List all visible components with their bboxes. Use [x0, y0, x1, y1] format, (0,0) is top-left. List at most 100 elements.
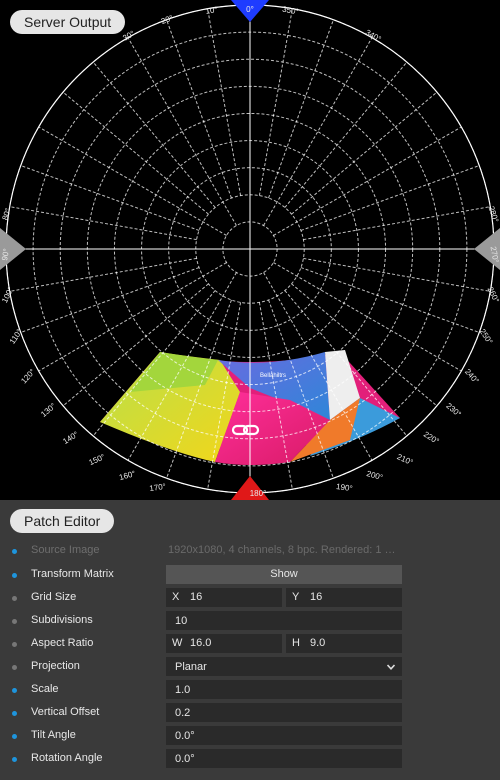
tilt-angle-value: 0.0° [175, 730, 195, 742]
row-source-image: Source Image 1920x1080, 4 channels, 8 bp… [0, 540, 500, 563]
grid-line [303, 206, 491, 241]
status-dot [12, 688, 17, 693]
tick-label: 80° [0, 207, 12, 221]
grid-size-label: Grid Size [31, 591, 77, 603]
status-dot [12, 596, 17, 601]
tick-label: 230° [444, 401, 462, 419]
y-label: Y [292, 591, 300, 603]
h-value: 9.0 [310, 637, 326, 649]
tick-label: 210° [396, 452, 415, 467]
chevron-down-icon [387, 664, 395, 670]
projection-value: Planar [175, 661, 207, 673]
grid-line [9, 206, 197, 241]
vertical-offset-field[interactable]: 0.2 [166, 703, 402, 722]
tilt-angle-field[interactable]: 0.0° [166, 726, 402, 745]
grid-line [62, 91, 209, 215]
status-dot [12, 642, 17, 647]
grid-line [291, 91, 438, 215]
grid-line [284, 61, 408, 208]
scale-field[interactable]: 1.0 [166, 680, 402, 699]
status-dot [12, 549, 17, 554]
tick-label-bottom: 180° [250, 489, 267, 498]
grid-line [263, 37, 373, 226]
row-transform-matrix: Transform Matrix Show [0, 564, 500, 587]
grid-line [300, 165, 480, 231]
row-vertical-offset: Vertical Offset 0.2 [0, 702, 500, 725]
grid-size-x-field[interactable]: X 16 [166, 588, 282, 607]
tick-label: 220° [422, 430, 441, 446]
subdivisions-value: 10 [175, 615, 188, 627]
grid-line [258, 8, 293, 196]
row-rotation-angle: Rotation Angle 0.0° [0, 748, 500, 771]
grid-line [38, 262, 227, 372]
grid-line [268, 19, 334, 199]
aspect-ratio-label: Aspect Ratio [31, 637, 94, 649]
transform-matrix-label: Transform Matrix [31, 568, 114, 580]
source-image-label: Source Image [31, 544, 100, 556]
tick-label: 200° [365, 469, 383, 482]
projection-label: Projection [31, 660, 80, 672]
grid-line [92, 61, 216, 208]
grid-lines [5, 4, 495, 494]
vertical-offset-label: Vertical Offset [31, 706, 100, 718]
subdivisions-field[interactable]: 10 [166, 611, 402, 630]
y-value: 16 [310, 591, 323, 603]
tick-label: 340° [364, 28, 383, 44]
grid-line [9, 257, 197, 292]
row-projection: Projection Planar [0, 656, 500, 679]
patch-editor-panel: Patch Editor Source Image 1920x1080, 4 c… [0, 500, 500, 780]
tick-label: 120° [19, 367, 37, 385]
status-dot [12, 665, 17, 670]
scale-label: Scale [31, 683, 59, 695]
tick-label: 190° [336, 482, 354, 493]
tick-label: 0° [246, 5, 254, 14]
tick-label: 30° [121, 29, 136, 43]
rotation-angle-label: Rotation Angle [31, 752, 103, 764]
tick-label: 100° [0, 285, 15, 304]
x-label: X [172, 591, 180, 603]
tick-label: 170° [149, 482, 167, 493]
tick-label: 140° [61, 430, 80, 446]
row-subdivisions: Subdivisions 10 [0, 610, 500, 633]
vertical-offset-value: 0.2 [175, 707, 191, 719]
grid-size-y-field[interactable]: Y 16 [286, 588, 402, 607]
patch-editor-title: Patch Editor [10, 509, 115, 533]
w-label: W [172, 637, 183, 649]
show-transform-button[interactable]: Show [166, 565, 402, 584]
tick-label: 250° [478, 327, 495, 346]
tilt-angle-label: Tilt Angle [31, 729, 76, 741]
rotation-angle-field[interactable]: 0.0° [166, 749, 402, 768]
rotation-angle-value: 0.0° [175, 753, 195, 765]
grid-line [300, 267, 480, 333]
dome-grid: Bellahiltrs0°10°20°30° 340°350°90°80°100°… [0, 0, 500, 500]
subdivisions-label: Subdivisions [31, 614, 93, 626]
server-output-viewport[interactable]: Bellahiltrs 0° 10° 20° 30° 340° 350° 90° 80° 100°… [0, 0, 500, 500]
status-dot [12, 619, 17, 624]
source-image-info: 1920x1080, 4 channels, 8 bpc. Rendered: … [168, 544, 398, 556]
scale-value: 1.0 [175, 684, 191, 696]
status-dot [12, 711, 17, 716]
grid-line [20, 165, 200, 231]
tick-label: 240° [463, 367, 481, 385]
tick-label: 10° [205, 5, 218, 16]
status-dot [12, 734, 17, 739]
grid-line [166, 19, 232, 199]
tick-label: 20° [160, 13, 174, 26]
projection-select[interactable]: Planar [166, 657, 402, 676]
h-label: H [292, 637, 300, 649]
grid-line [207, 8, 242, 196]
w-value: 16.0 [190, 637, 212, 649]
row-aspect-ratio: Aspect Ratio W 16.0 H 9.0 [0, 633, 500, 656]
row-grid-size: Grid Size X 16 Y 16 [0, 587, 500, 610]
tick-label: 130° [39, 401, 57, 419]
row-tilt-angle: Tilt Angle 0.0° [0, 725, 500, 748]
server-output-title: Server Output [10, 10, 126, 34]
aspect-w-field[interactable]: W 16.0 [166, 634, 282, 653]
aspect-h-field[interactable]: H 9.0 [286, 634, 402, 653]
tick-label: 160° [118, 469, 136, 482]
tick-label: 280° [487, 205, 500, 224]
tick-label: 350° [282, 5, 300, 17]
content-label: Bellahiltrs [260, 373, 286, 379]
x-value: 16 [190, 591, 203, 603]
grid-line [20, 267, 200, 333]
